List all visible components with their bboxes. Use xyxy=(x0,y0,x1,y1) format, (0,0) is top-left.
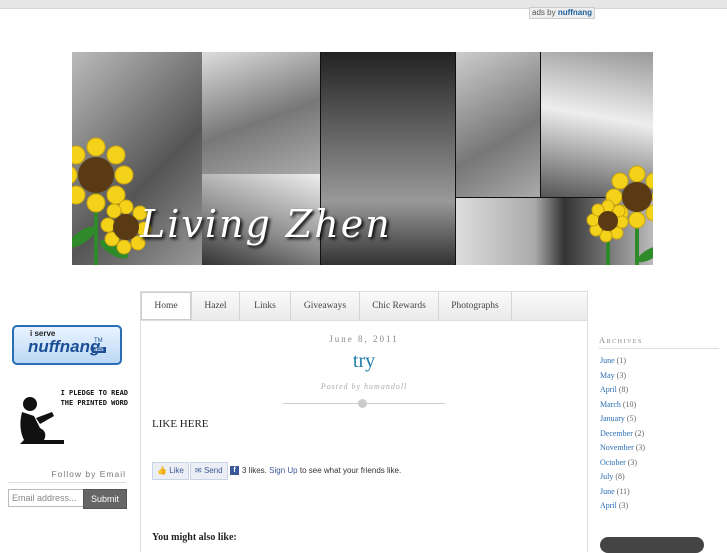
facebook-like-count: f3 likes. Sign Up to see what your frien… xyxy=(230,462,401,480)
archive-count: (11) xyxy=(616,486,630,496)
bottom-widget[interactable] xyxy=(600,537,704,553)
archive-month-link[interactable]: March xyxy=(600,400,621,409)
archive-item[interactable]: July (8) xyxy=(600,470,645,485)
nav-bar: Home Hazel Links Giveaways Chic Rewards … xyxy=(141,292,587,321)
archive-item[interactable]: December (2) xyxy=(600,427,645,442)
post-date: June 8, 2011 xyxy=(329,334,399,344)
fb-suffix: to see what your friends like. xyxy=(299,466,402,475)
tab-photographs[interactable]: Photographs xyxy=(439,292,512,320)
main-content: Home Hazel Links Giveaways Chic Rewards … xyxy=(140,291,588,552)
badge-tm: TM xyxy=(94,338,103,344)
archive-month-link[interactable]: November xyxy=(600,443,634,452)
likes-count: 3 likes. xyxy=(242,466,267,475)
facebook-like-button[interactable]: 👍 Like xyxy=(152,462,189,480)
archive-month-link[interactable]: April xyxy=(600,501,617,510)
photo-panel-2 xyxy=(202,52,320,174)
archive-count: (1) xyxy=(616,356,626,365)
photo-panel-5 xyxy=(456,52,540,197)
fb-signup-link[interactable]: Sign Up xyxy=(269,466,297,475)
ads-by-nuffnang[interactable]: ads by nuffnang xyxy=(529,7,596,19)
archive-count: (3) xyxy=(618,501,629,510)
archive-month-link[interactable]: May xyxy=(600,371,615,380)
archive-count: (3) xyxy=(635,443,646,452)
archive-item[interactable]: June (1) xyxy=(600,354,645,369)
email-input[interactable]: Email address... xyxy=(8,489,84,507)
tab-hazel[interactable]: Hazel xyxy=(192,292,240,320)
pledge-text: I PLEDGE TO READ THE PRINTED WORD xyxy=(44,388,128,408)
post-title[interactable]: try xyxy=(141,350,587,373)
archive-item[interactable]: November (3) xyxy=(600,441,645,456)
blog-header-banner[interactable]: Living Zhen xyxy=(72,52,653,265)
follow-by-email-title: Follow by Email xyxy=(8,469,126,483)
archive-count: (2) xyxy=(634,428,645,438)
archive-item[interactable]: January (5) xyxy=(600,412,645,427)
blog-title: Living Zhen xyxy=(140,202,392,246)
sunflower-right-icon xyxy=(586,165,653,265)
tab-chic-rewards[interactable]: Chic Rewards xyxy=(360,292,439,320)
archive-count: (5) xyxy=(626,414,637,423)
submit-button[interactable]: Submit xyxy=(83,489,127,509)
post-body: LIKE HERE xyxy=(152,418,209,430)
archive-month-link[interactable]: January xyxy=(600,414,625,423)
badge-ads: ads xyxy=(92,347,106,353)
archive-item[interactable]: April (3) xyxy=(600,499,645,514)
archive-month-link[interactable]: April xyxy=(600,385,617,394)
send-label: Send xyxy=(203,466,223,475)
nuffnang-badge[interactable]: i serve nuffnang TM ads xyxy=(12,325,122,365)
archive-item[interactable]: May (3) xyxy=(600,369,645,384)
archive-month-link[interactable]: October xyxy=(600,458,626,467)
send-icon: ✉ xyxy=(195,466,202,475)
archive-item[interactable]: April (8) xyxy=(600,383,645,398)
you-might-also-like-heading: You might also like: xyxy=(152,532,237,543)
ads-brand: nuffnang xyxy=(557,8,593,17)
facebook-send-button[interactable]: ✉ Send xyxy=(190,462,228,480)
archives-title: Archives xyxy=(599,335,719,349)
pledge-line-2: THE PRINTED WORD xyxy=(60,399,128,407)
archives-list: June (1) May (3) April (8) March (10) Januar… xyxy=(600,354,645,514)
archive-count: (8) xyxy=(615,472,625,481)
posted-by: Posted by humandoll xyxy=(320,382,408,391)
archive-item[interactable]: June (11) xyxy=(600,485,645,500)
badge-brand: nuffnang xyxy=(28,337,101,356)
tab-giveaways[interactable]: Giveaways xyxy=(291,292,360,320)
archive-month-link[interactable]: July xyxy=(600,472,613,481)
archive-count: (10) xyxy=(622,399,637,409)
thumbs-up-icon: 👍 xyxy=(157,466,167,475)
archive-month-link[interactable]: December xyxy=(600,429,633,438)
archive-count: (3) xyxy=(627,457,638,467)
like-label: Like xyxy=(169,466,184,475)
archive-month-link[interactable]: June xyxy=(600,487,615,496)
pledge-line-1: I PLEDGE TO READ xyxy=(60,389,128,397)
top-bar xyxy=(0,0,727,9)
facebook-icon: f xyxy=(230,466,239,476)
archive-month-link[interactable]: June xyxy=(600,356,615,365)
archive-count: (8) xyxy=(618,385,629,394)
ads-by-label: ads by xyxy=(532,8,556,17)
archive-item[interactable]: October (3) xyxy=(600,456,645,471)
archive-item[interactable]: March (10) xyxy=(600,398,645,413)
archive-count: (3) xyxy=(616,370,626,380)
tab-links[interactable]: Links xyxy=(240,292,291,320)
tab-home[interactable]: Home xyxy=(141,292,192,320)
divider-dot xyxy=(358,399,367,408)
